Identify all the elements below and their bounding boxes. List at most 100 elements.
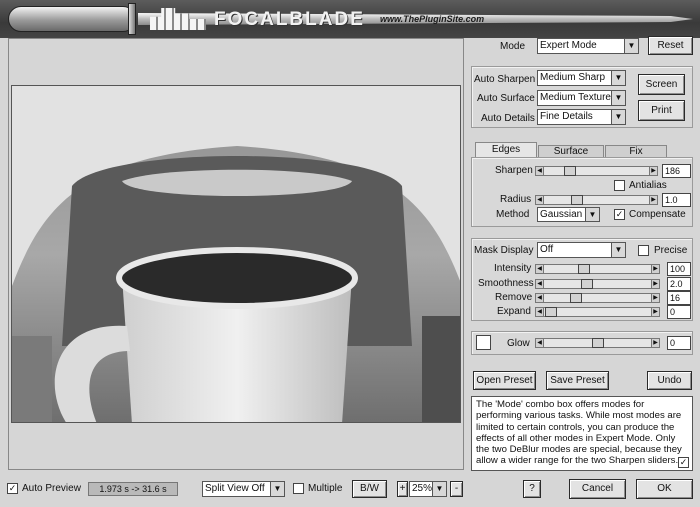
radius-label: Radius	[500, 194, 532, 205]
remove-value[interactable]: 16	[667, 291, 691, 305]
chevron-down-icon: ▼	[611, 243, 625, 257]
auto-details-select[interactable]: Fine Details ▼	[537, 109, 626, 125]
mask-display-value: Off	[540, 244, 554, 255]
undo-button[interactable]: Undo	[647, 371, 692, 390]
check-icon: ✓	[679, 457, 688, 467]
pixel-fragments-graphic	[150, 8, 206, 30]
compensate-checkbox[interactable]: ✓	[614, 209, 625, 220]
glow-slider[interactable]: ◀ ▶	[535, 338, 660, 348]
chevron-down-icon: ▼	[270, 482, 284, 496]
split-view-select[interactable]: Split View Off ▼	[202, 481, 285, 497]
preview-area[interactable]	[8, 38, 464, 470]
chevron-right-icon: ▶	[649, 166, 658, 176]
chevron-down-icon: ▼	[611, 71, 625, 85]
mask-display-label: Mask Display	[474, 245, 534, 256]
auto-surface-select[interactable]: Medium Textured ▼	[537, 90, 626, 106]
cancel-button[interactable]: Cancel	[569, 479, 626, 499]
glow-label: Glow	[507, 338, 530, 349]
chevron-left-icon: ◀	[535, 338, 544, 348]
smoothness-slider-thumb[interactable]	[581, 279, 593, 289]
glow-slider-thumb[interactable]	[592, 338, 604, 348]
help-text: The 'Mode' combo box offers modes for pe…	[476, 399, 682, 467]
bw-button[interactable]: B/W	[352, 480, 387, 498]
remove-label: Remove	[495, 292, 533, 303]
chevron-right-icon: ▶	[649, 195, 658, 205]
chevron-right-icon: ▶	[651, 279, 660, 289]
help-button[interactable]: ?	[523, 480, 541, 498]
auto-surface-label: Auto Surface	[477, 93, 535, 104]
glow-color-swatch[interactable]	[476, 335, 491, 350]
expand-slider[interactable]: ◀ ▶	[535, 307, 660, 317]
radius-value[interactable]: 1.0	[662, 193, 691, 207]
sharpen-value[interactable]: 186	[662, 164, 691, 178]
preview-image[interactable]	[11, 85, 461, 423]
auto-sharpen-select[interactable]: Medium Sharp ▼	[537, 70, 626, 86]
precise-label: Precise	[654, 245, 688, 256]
auto-preview-label: Auto Preview	[22, 483, 81, 494]
chevron-left-icon: ◀	[535, 279, 544, 289]
chevron-right-icon: ▶	[651, 338, 660, 348]
check-icon: ✓	[615, 209, 624, 219]
auto-details-value: Fine Details	[540, 111, 593, 122]
zoom-select[interactable]: 25% ▼	[409, 481, 447, 497]
chevron-down-icon: ▼	[611, 91, 625, 105]
open-preset-button[interactable]: Open Preset	[473, 371, 536, 390]
website-link[interactable]: www.ThePluginSite.com	[380, 14, 484, 24]
save-preset-button[interactable]: Save Preset	[546, 371, 609, 390]
mode-select[interactable]: Expert Mode ▼	[537, 38, 639, 54]
multiple-checkbox[interactable]	[293, 483, 304, 494]
tab-edges[interactable]: Edges	[475, 142, 537, 158]
knife-handle-graphic	[8, 6, 136, 32]
chevron-left-icon: ◀	[535, 166, 544, 176]
focalblade-window: FOCALBLADE www.ThePluginSite.com Mode Ex…	[0, 0, 700, 507]
antialias-label: Antialias	[629, 180, 667, 191]
smoothness-value[interactable]: 2.0	[667, 277, 691, 291]
compensate-label: Compensate	[629, 209, 686, 220]
chevron-left-icon: ◀	[535, 307, 544, 317]
mask-display-select[interactable]: Off ▼	[537, 242, 626, 258]
intensity-value[interactable]: 100	[667, 262, 691, 276]
auto-details-label: Auto Details	[481, 113, 535, 124]
chevron-down-icon: ▼	[611, 110, 625, 124]
check-icon: ✓	[8, 483, 17, 493]
sharpen-label: Sharpen	[495, 165, 533, 176]
coffee-cup-photo	[12, 86, 460, 422]
sharpen-slider-thumb[interactable]	[564, 166, 576, 176]
chevron-left-icon: ◀	[535, 293, 544, 303]
expand-value[interactable]: 0	[667, 305, 691, 319]
help-toggle-checkbox[interactable]: ✓	[678, 457, 689, 468]
intensity-slider-thumb[interactable]	[578, 264, 590, 274]
timing-readout: 1.973 s -> 31.6 s	[88, 482, 178, 496]
title-banner: FOCALBLADE www.ThePluginSite.com	[0, 0, 700, 38]
chevron-right-icon: ▶	[651, 307, 660, 317]
remove-slider-thumb[interactable]	[570, 293, 582, 303]
antialias-checkbox[interactable]	[614, 180, 625, 191]
zoom-out-button[interactable]: -	[450, 481, 463, 497]
expand-slider-thumb[interactable]	[545, 307, 557, 317]
reset-button[interactable]: Reset	[648, 36, 693, 55]
chevron-right-icon: ▶	[651, 293, 660, 303]
sharpen-slider[interactable]: ◀ ▶	[535, 166, 658, 176]
remove-slider[interactable]: ◀ ▶	[535, 293, 660, 303]
auto-sharpen-value: Medium Sharp	[540, 72, 606, 83]
auto-surface-value: Medium Textured	[540, 92, 617, 103]
zoom-in-button[interactable]: +	[397, 481, 408, 497]
auto-preview-checkbox[interactable]: ✓	[7, 483, 18, 494]
method-select[interactable]: Gaussian ▼	[537, 207, 600, 222]
zoom-value: 25%	[412, 483, 433, 494]
ok-button[interactable]: OK	[636, 479, 693, 499]
auto-sharpen-label: Auto Sharpen	[474, 74, 536, 85]
chevron-right-icon: ▶	[651, 264, 660, 274]
radius-slider-thumb[interactable]	[571, 195, 583, 205]
smoothness-slider[interactable]: ◀ ▶	[535, 279, 660, 289]
multiple-label: Multiple	[308, 483, 343, 494]
precise-checkbox[interactable]	[638, 245, 649, 256]
intensity-slider[interactable]: ◀ ▶	[535, 264, 660, 274]
split-view-value: Split View Off	[205, 483, 265, 494]
print-button[interactable]: Print	[638, 100, 685, 121]
glow-value[interactable]: 0	[667, 336, 691, 350]
radius-slider[interactable]: ◀ ▶	[535, 195, 658, 205]
screen-button[interactable]: Screen	[638, 74, 685, 95]
chevron-down-icon: ▼	[624, 39, 638, 53]
chevron-left-icon: ◀	[535, 195, 544, 205]
